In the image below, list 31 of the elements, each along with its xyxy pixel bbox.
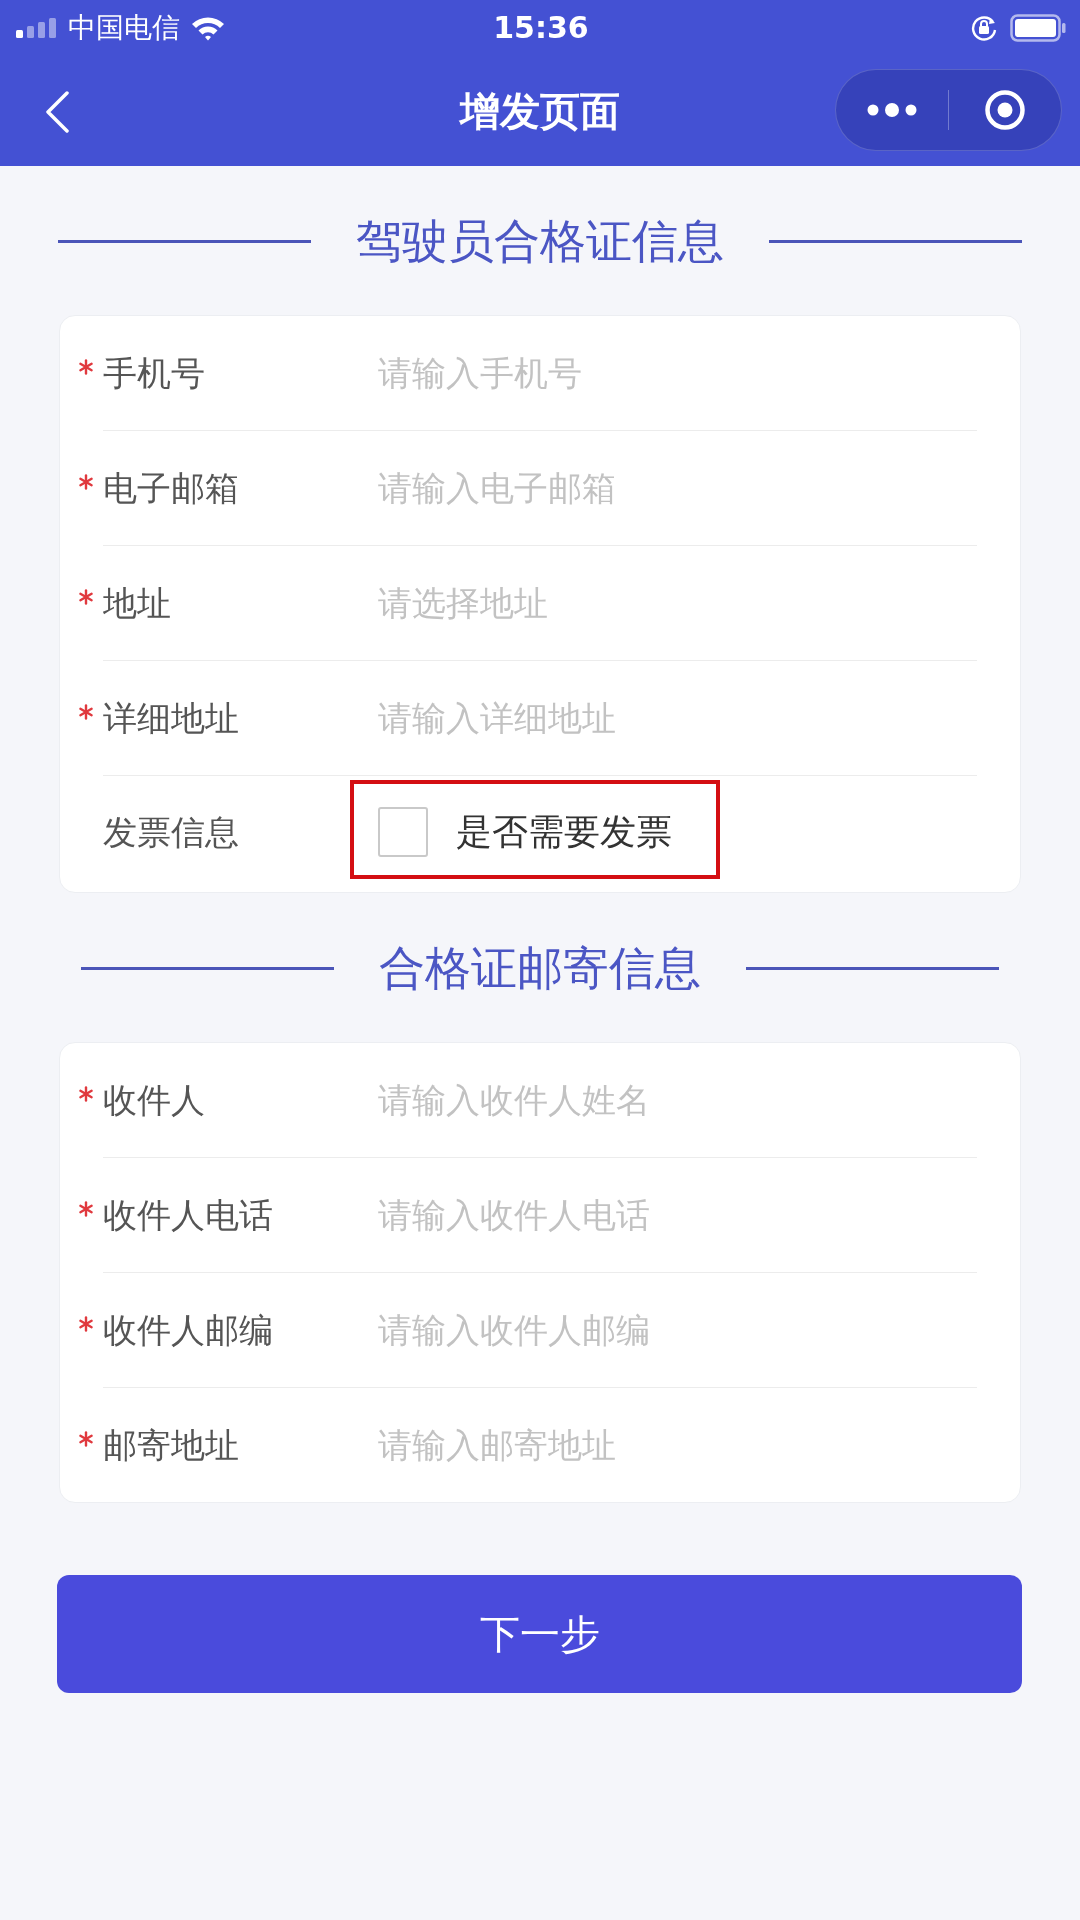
- next-step-button[interactable]: 下一步: [57, 1575, 1022, 1693]
- section-title: 驾驶员合格证信息: [356, 213, 724, 270]
- field-label: 发票信息: [103, 811, 240, 854]
- text-input-field[interactable]: 请输入手机号: [378, 349, 977, 397]
- text-input-field[interactable]: 请输入收件人姓名: [378, 1076, 977, 1124]
- text-input-field[interactable]: 请输入收件人邮编: [378, 1306, 977, 1354]
- status-time: 15:36: [493, 9, 589, 46]
- text-input-field[interactable]: 请输入收件人电话: [378, 1191, 977, 1239]
- page-title: 增发页面: [460, 86, 620, 136]
- ring-dot-icon[interactable]: [984, 89, 1026, 131]
- field-label: 收件人邮编: [103, 1309, 274, 1352]
- field-label: 手机号: [103, 352, 206, 395]
- section-title: 合格证邮寄信息: [379, 940, 701, 997]
- signal-icon: [16, 17, 58, 38]
- field-label: 地址: [103, 582, 172, 625]
- battery-icon: [1010, 13, 1066, 42]
- field-label: 收件人电话: [103, 1194, 274, 1237]
- field-label: 详细地址: [103, 697, 240, 740]
- text-input-field[interactable]: 请输入邮寄地址: [378, 1421, 977, 1469]
- text-input-field[interactable]: 请输入详细地址: [378, 694, 977, 742]
- checkbox-label: 是否需要发票: [456, 810, 672, 854]
- text-input-field[interactable]: 请输入电子邮箱: [378, 464, 977, 512]
- field-label: 电子邮箱: [103, 467, 240, 510]
- field-label: 收件人: [103, 1079, 206, 1122]
- back-icon[interactable]: [44, 91, 70, 133]
- carrier-name: 中国电信: [68, 10, 180, 45]
- more-icon[interactable]: [866, 103, 918, 117]
- checkbox[interactable]: [378, 807, 428, 857]
- field-label: 邮寄地址: [103, 1424, 240, 1467]
- text-input-field[interactable]: 请选择地址: [378, 579, 977, 627]
- rotation-lock-icon: [970, 13, 998, 42]
